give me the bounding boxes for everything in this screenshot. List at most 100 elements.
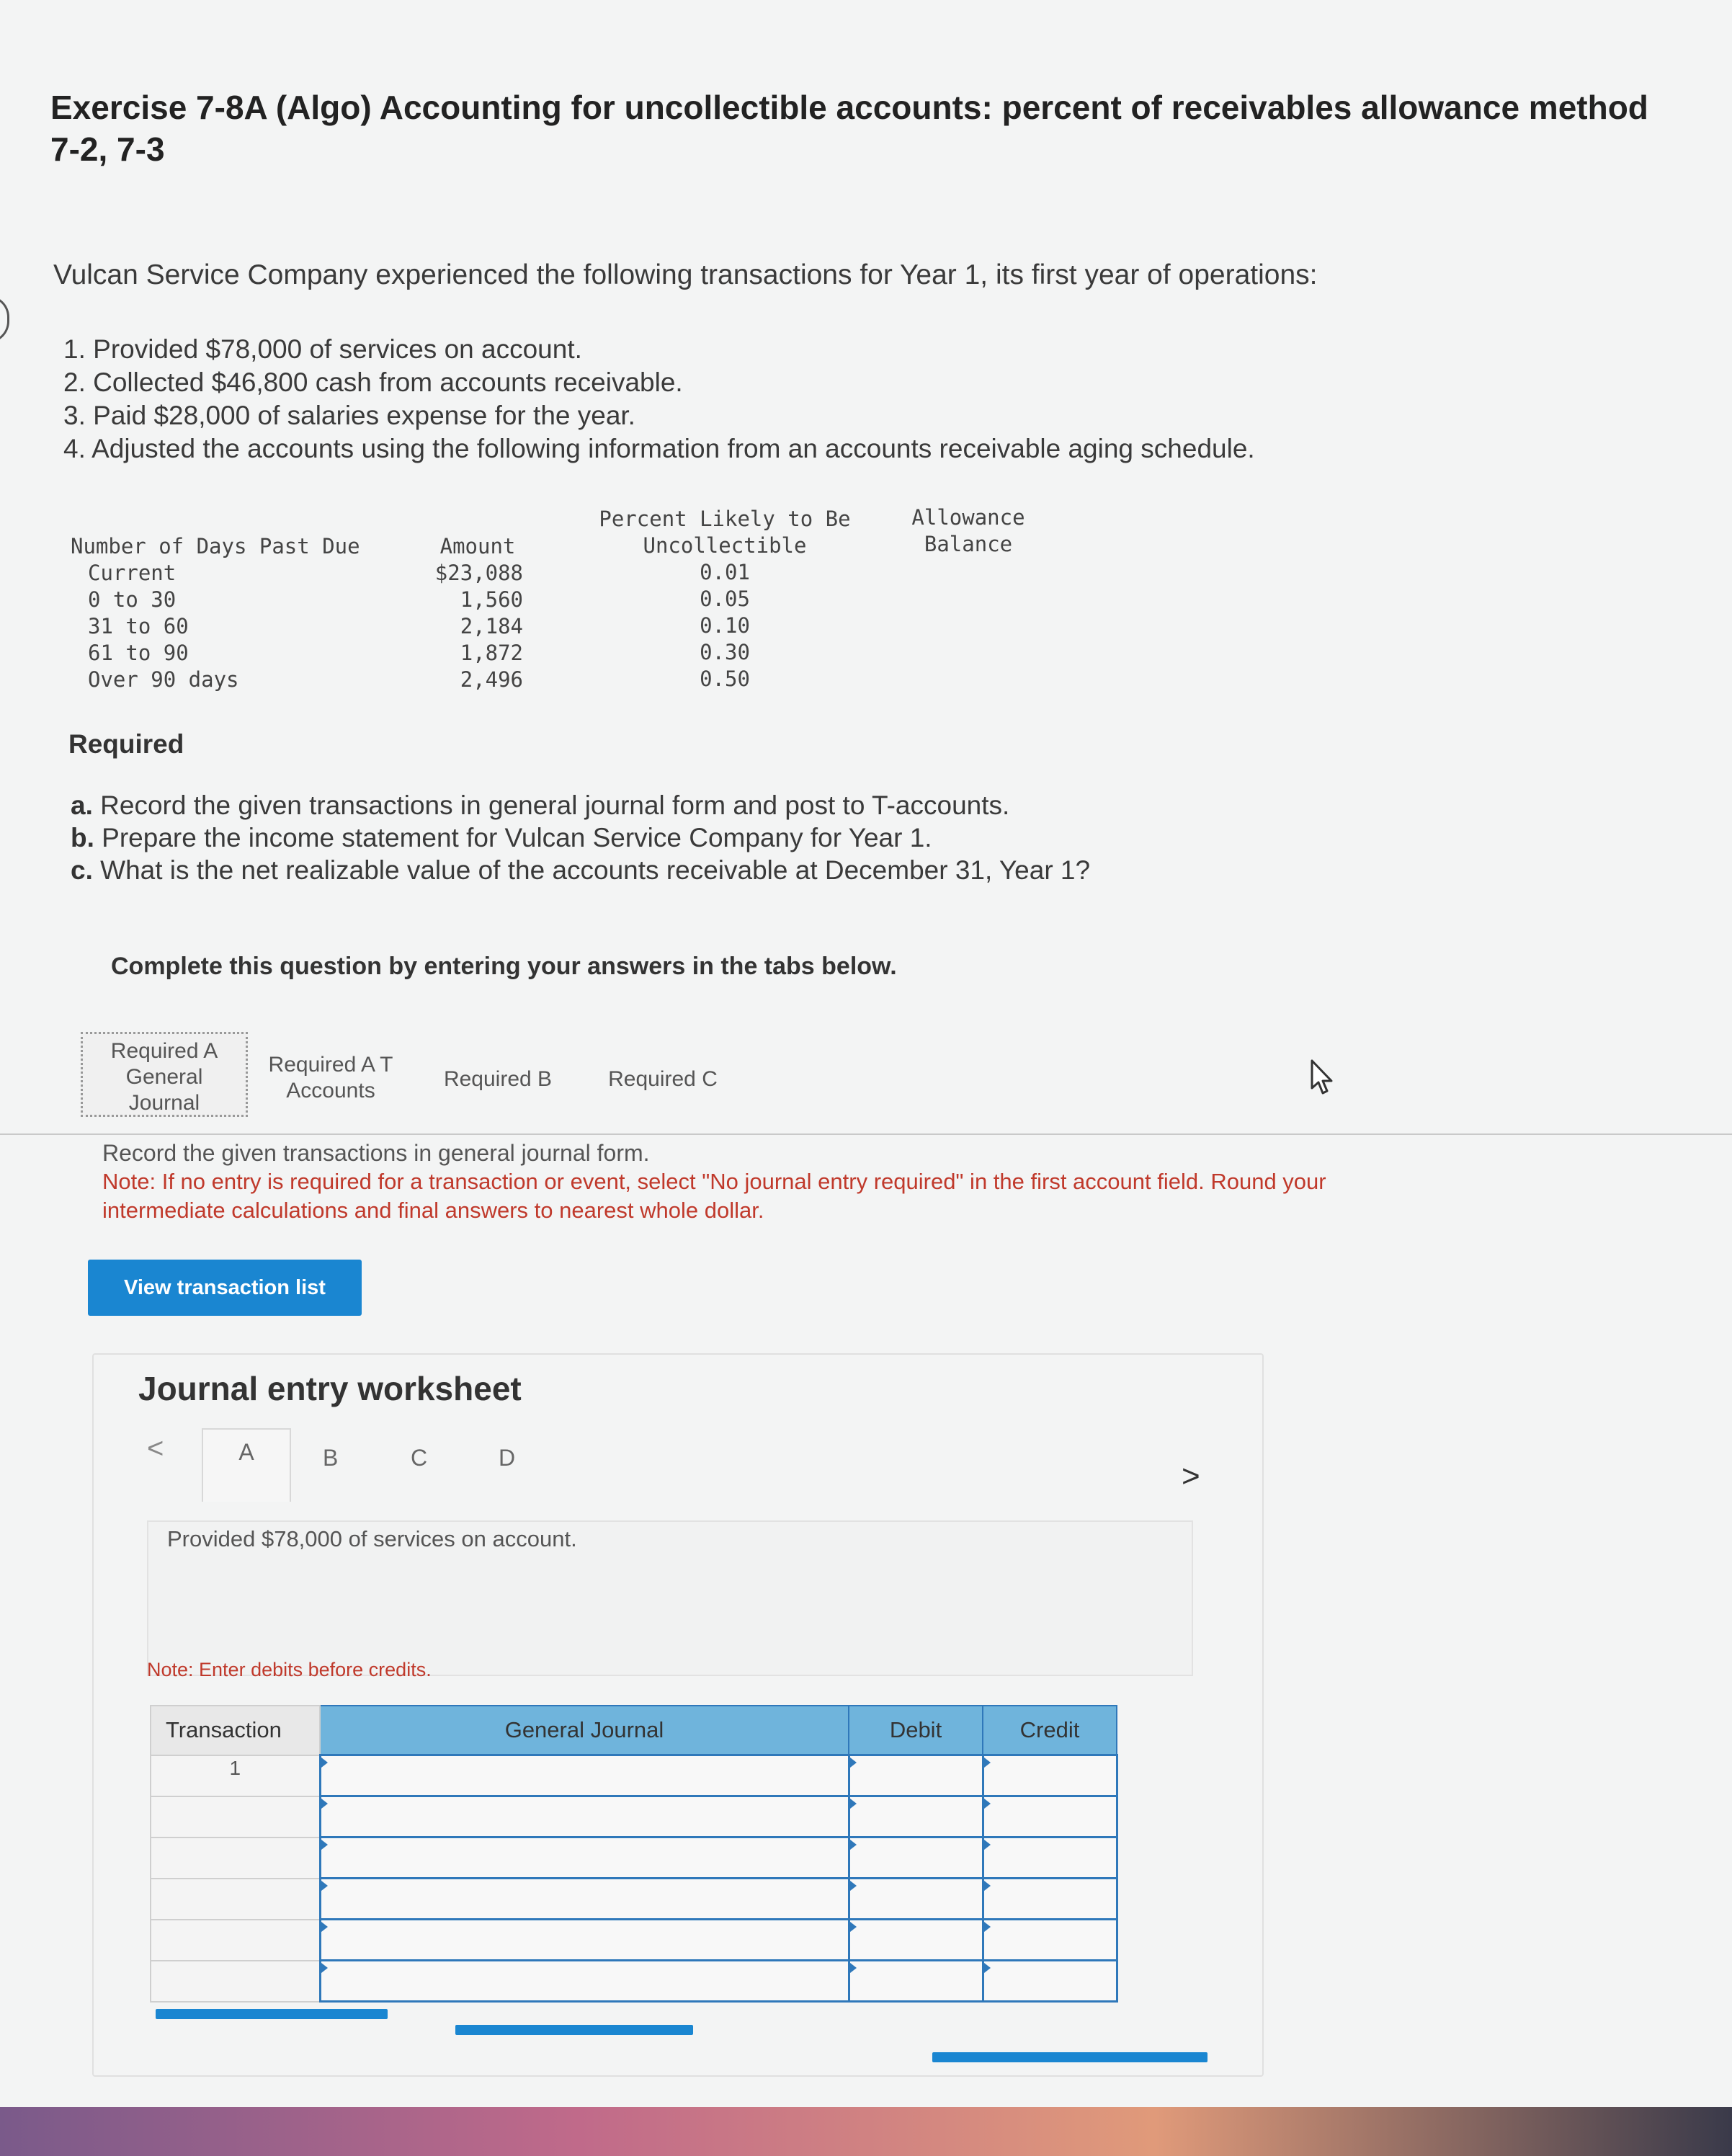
- col-header-debit: Debit: [848, 1705, 983, 1756]
- input-caret-icon: [983, 1963, 991, 1973]
- required-letter: b.: [71, 823, 94, 852]
- tab-label-line: Accounts: [286, 1079, 375, 1102]
- mouse-cursor-icon: [1310, 1059, 1339, 1100]
- aging-percent-cell: 0.01: [700, 560, 750, 584]
- exercise-title-line2: 7-2, 7-3: [50, 130, 165, 168]
- transaction-number-cell: [150, 1918, 321, 1961]
- credit-input[interactable]: [981, 1959, 1118, 2003]
- tab-required-c[interactable]: Required C: [598, 1066, 728, 1092]
- aging-percent-cell: 0.30: [700, 640, 750, 664]
- input-caret-icon: [983, 1758, 991, 1768]
- exercise-title: Exercise 7-8A (Algo) Accounting for unco…: [50, 86, 1648, 170]
- debit-input[interactable]: [847, 1959, 984, 2003]
- aging-amount-cell: $23,088: [434, 561, 523, 585]
- table-row: [150, 1877, 1118, 1920]
- exercise-title-line1: Exercise 7-8A (Algo) Accounting for unco…: [50, 89, 1648, 126]
- credit-input[interactable]: [981, 1877, 1118, 1920]
- aging-amount-cell: 1,560: [460, 587, 523, 612]
- debits-before-credits-note: Note: Enter debits before credits.: [147, 1659, 432, 1680]
- credit-input[interactable]: [981, 1754, 1118, 1797]
- input-caret-icon: [983, 1840, 991, 1850]
- transaction-number-cell: [150, 1795, 321, 1838]
- aging-amount-cell: 2,184: [460, 614, 523, 638]
- record-entry-button[interactable]: [156, 2009, 388, 2019]
- table-row: [150, 1918, 1118, 1961]
- account-select[interactable]: [318, 1959, 850, 2003]
- aging-amount-cell: 1,872: [460, 641, 523, 665]
- credit-input[interactable]: [981, 1918, 1118, 1961]
- transaction-number-cell: [150, 1836, 321, 1879]
- credit-input[interactable]: [981, 1795, 1118, 1838]
- transaction-number-cell: 1: [150, 1754, 321, 1797]
- tab-label-line: General: [125, 1065, 203, 1089]
- tab-required-a-t-accounts[interactable]: Required A T Accounts: [255, 1052, 406, 1104]
- view-transaction-list-button[interactable]: View transaction list: [88, 1260, 362, 1316]
- debit-input[interactable]: [847, 1754, 984, 1797]
- input-caret-icon: [983, 1881, 991, 1891]
- tab-required-b[interactable]: Required B: [429, 1066, 566, 1092]
- complete-instruction: Complete this question by entering your …: [111, 953, 897, 980]
- aging-days-cell: Over 90 days: [88, 667, 239, 692]
- left-edge-bracket: [0, 295, 9, 343]
- aging-percent-cell: 0.50: [700, 667, 750, 691]
- required-letter: a.: [71, 790, 93, 820]
- account-select[interactable]: [318, 1877, 850, 1920]
- dropdown-caret-icon: [321, 1881, 328, 1891]
- input-caret-icon: [849, 1922, 857, 1932]
- aging-days-cell: 0 to 30: [88, 587, 177, 612]
- aging-percent-cell: 0.10: [700, 613, 750, 638]
- dropdown-caret-icon: [321, 1799, 328, 1809]
- aging-amount-column: Amount $23,088 1,560 2,184 1,872 2,496: [432, 533, 523, 693]
- bottom-taskbar: [0, 2107, 1732, 2156]
- required-heading: Required: [68, 729, 184, 759]
- aging-header-amount: Amount: [439, 534, 516, 558]
- transaction-item: 3. Paid $28,000 of salaries expense for …: [63, 401, 635, 430]
- tab-required-a-general-journal[interactable]: Required A General Journal: [81, 1032, 248, 1117]
- debit-input[interactable]: [847, 1836, 984, 1879]
- table-row: [150, 1795, 1118, 1838]
- view-general-journal-button[interactable]: [932, 2052, 1208, 2062]
- aging-days-cell: 31 to 60: [88, 614, 189, 638]
- journal-entry-table: Transaction General Journal Debit Credit…: [150, 1705, 1118, 2003]
- instruction-note: Note: If no entry is required for a tran…: [102, 1167, 1630, 1225]
- transaction-list: 1. Provided $78,000 of services on accou…: [63, 333, 1255, 466]
- required-letter: c.: [71, 855, 93, 885]
- required-list: a. Record the given transactions in gene…: [71, 789, 1090, 886]
- account-select[interactable]: [318, 1918, 850, 1961]
- account-select[interactable]: [318, 1836, 850, 1879]
- credit-input[interactable]: [981, 1836, 1118, 1879]
- required-item: Prepare the income statement for Vulcan …: [102, 823, 932, 852]
- worksheet-tab-a[interactable]: A: [202, 1428, 291, 1502]
- instruction-note-line2: intermediate calculations and final answ…: [102, 1198, 764, 1223]
- tab-label-line: Required A T: [268, 1053, 393, 1077]
- input-caret-icon: [849, 1799, 857, 1809]
- aging-header-allowance-line1: Allowance: [911, 505, 1025, 530]
- transaction-number-cell: [150, 1877, 321, 1920]
- dropdown-caret-icon: [321, 1758, 328, 1768]
- table-row: 1: [150, 1754, 1118, 1797]
- tab-bar-divider: [0, 1133, 1732, 1135]
- account-select[interactable]: [318, 1795, 850, 1838]
- debit-input[interactable]: [847, 1795, 984, 1838]
- prev-entry-chevron-icon[interactable]: <: [147, 1433, 164, 1465]
- aging-percent-cell: 0.05: [700, 587, 750, 611]
- transaction-item: 4. Adjusted the accounts using the follo…: [63, 434, 1255, 463]
- col-header-credit: Credit: [982, 1705, 1117, 1756]
- tab-label-line: Journal: [128, 1091, 200, 1115]
- account-select[interactable]: [318, 1754, 850, 1797]
- debit-input[interactable]: [847, 1918, 984, 1961]
- worksheet-tab-c[interactable]: C: [411, 1445, 427, 1471]
- aging-header-days: Number of Days Past Due: [71, 534, 360, 558]
- next-entry-chevron-icon[interactable]: >: [1182, 1458, 1200, 1494]
- input-caret-icon: [849, 1840, 857, 1850]
- debit-input[interactable]: [847, 1877, 984, 1920]
- worksheet-tab-d[interactable]: D: [499, 1445, 515, 1471]
- input-caret-icon: [983, 1922, 991, 1932]
- transaction-description: Provided $78,000 of services on account.: [167, 1526, 577, 1551]
- input-caret-icon: [849, 1758, 857, 1768]
- clear-entry-button[interactable]: [455, 2025, 693, 2035]
- worksheet-tab-b[interactable]: B: [323, 1445, 338, 1471]
- aging-days-cell: 61 to 90: [88, 641, 189, 665]
- instruction-note-line1: Note: If no entry is required for a tran…: [102, 1169, 1326, 1194]
- table-row: [150, 1959, 1118, 2003]
